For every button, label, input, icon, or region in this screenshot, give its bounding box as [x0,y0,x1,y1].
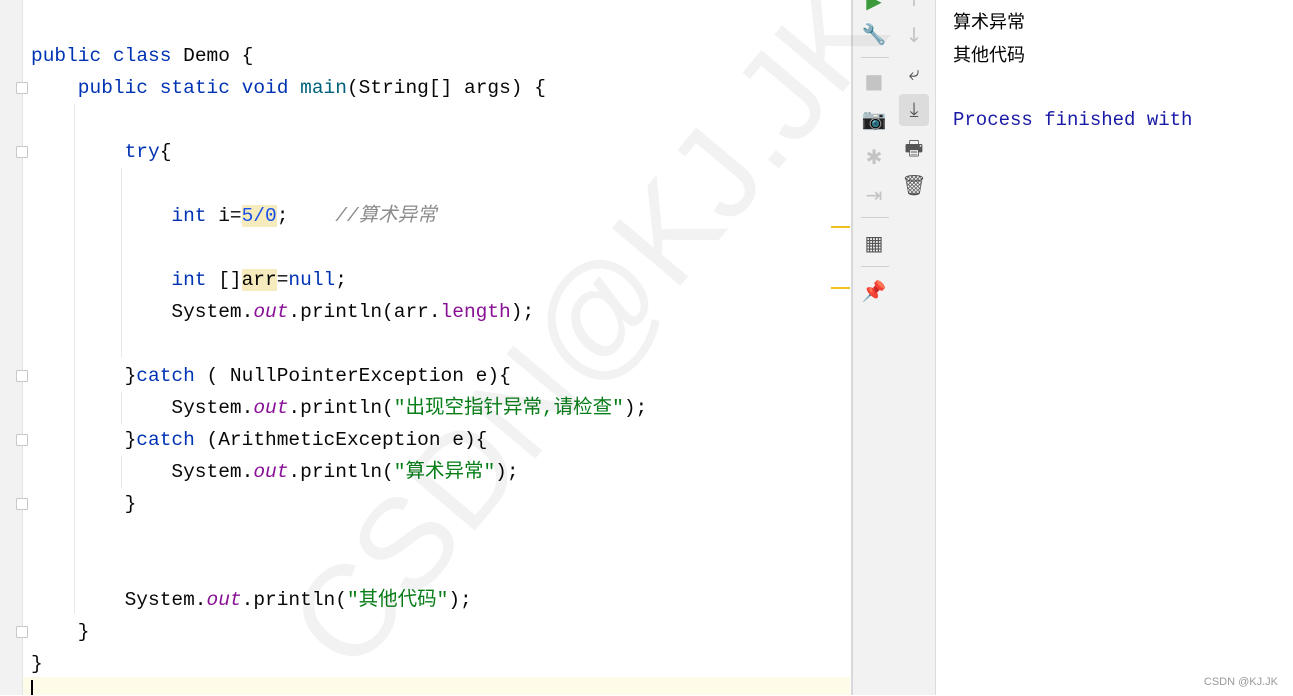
up-arrow-icon[interactable]: ↑ [899,0,929,14]
divider [861,217,889,218]
code-token: { [159,141,172,163]
code-token: out [253,301,289,323]
console-line: 算术异常 [953,12,1025,33]
fold-marker[interactable] [16,146,28,158]
indent-guide [121,392,122,424]
code-token: } [124,429,137,451]
code-line[interactable]: int i=5/0; //算术异常 [171,200,437,232]
code-line[interactable]: } [78,616,90,648]
current-line-highlight [23,677,850,695]
code-token: static [159,77,242,99]
code-token: (String[] args) { [346,77,546,99]
layout-icon[interactable]: ▦ [859,228,889,258]
code-token: .println(arr. [288,301,441,323]
print-icon[interactable]: 🖶 [899,133,929,163]
code-token: try [124,141,160,163]
code-token: [] [218,269,242,291]
code-token: System. [124,589,207,611]
code-token: Demo { [183,45,254,67]
code-token: catch [136,429,207,451]
warning-stripe-marker[interactable] [831,287,850,289]
scroll-to-end-icon[interactable]: ⤓ [899,94,929,126]
indent-guide [121,456,122,488]
code-token: out [253,397,289,419]
code-token: = [276,269,289,291]
code-token: ); [623,397,648,419]
code-token: System. [171,397,254,419]
code-line[interactable]: System.out.println(arr.length); [171,296,534,328]
code-token: } [77,621,90,643]
indent-guide [74,104,75,614]
code-token: System. [171,461,254,483]
code-token: int [171,269,219,291]
code-token: i= [218,205,242,227]
fold-marker[interactable] [16,626,28,638]
console-process-line: Process finished with [953,109,1193,131]
debug-icon[interactable]: ✱ [859,142,889,172]
indent-guide [121,168,122,358]
code-token: class [112,45,184,67]
pin-icon[interactable]: 📌 [859,276,889,306]
code-token: null [288,269,336,291]
code-line[interactable]: } [125,488,137,520]
editor-gutter [0,0,23,695]
fold-marker[interactable] [16,370,28,382]
code-token: out [253,461,289,483]
console-line: 其他代码 [953,45,1025,66]
code-token: arr [241,269,277,291]
credit-text: CSDN @KJ.JK [1203,676,1278,688]
code-token: ; [276,205,336,227]
code-token: out [206,589,242,611]
code-token: void [241,77,301,99]
code-token: } [31,653,43,675]
code-token: int [171,205,219,227]
fold-marker[interactable] [16,434,28,446]
code-token: } [124,493,137,515]
code-line[interactable]: } [31,648,43,680]
code-line[interactable]: public static void main(String[] args) { [78,72,546,104]
code-token: //算术异常 [335,205,437,227]
code-line[interactable]: public class Demo { [31,40,253,72]
code-line[interactable]: int []arr=null; [171,264,347,296]
text-caret [31,680,33,695]
trash-icon[interactable]: 🗑 [899,170,929,200]
code-token: 5/0 [241,205,277,227]
fold-marker[interactable] [16,498,28,510]
divider [861,266,889,267]
code-token: ; [335,269,347,291]
code-token: System. [171,301,254,323]
console-toolbar: ↑ ↓ ⤶ ⤓ 🖶 🗑 [894,0,936,695]
code-line[interactable]: try{ [125,136,172,168]
warning-stripe-marker[interactable] [831,226,850,228]
code-token: main [300,77,347,99]
code-token: public [31,45,113,67]
code-token: } [124,365,137,387]
fold-marker[interactable] [16,82,28,94]
code-token: catch [136,365,207,387]
run-console[interactable]: 算术异常 其他代码 Process finished with [936,0,1293,695]
code-token: public [77,77,160,99]
code-token: .println( [288,397,394,419]
login-icon[interactable]: ⇥ [859,180,889,210]
